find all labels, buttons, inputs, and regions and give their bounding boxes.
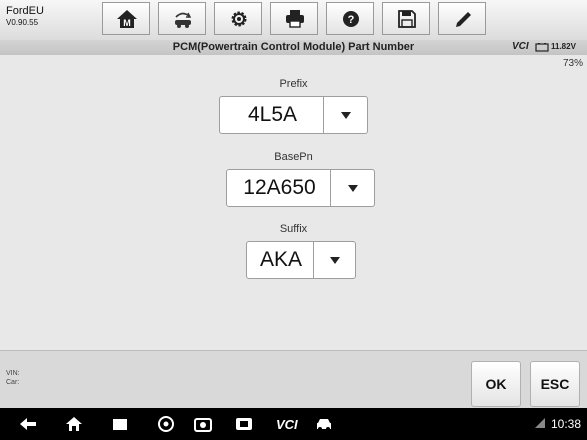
vin-label: VIN:	[6, 370, 20, 377]
progress-percent: 73%	[562, 58, 583, 69]
chevron-down-icon[interactable]	[330, 170, 374, 206]
video-icon[interactable]	[234, 415, 254, 433]
vci-icon[interactable]: VCI	[276, 415, 300, 433]
basepn-label: BasePn	[274, 151, 313, 163]
esc-button[interactable]: ESC	[530, 361, 580, 407]
vehicle-swap-icon	[175, 12, 192, 28]
battery-voltage: 11.82V	[551, 42, 576, 51]
page-title: PCM(Powertrain Control Module) Part Numb…	[172, 41, 415, 53]
recent-apps-icon[interactable]	[110, 415, 130, 433]
suffix-value: AKA	[259, 248, 303, 271]
app-info: FordEU V0.90.55	[6, 5, 44, 27]
chevron-down-icon[interactable]	[313, 242, 355, 278]
vehicle-swap-button[interactable]	[158, 2, 206, 35]
help-button[interactable]: ?	[326, 2, 374, 35]
settings-button[interactable]	[214, 2, 262, 35]
suffix-dropdown[interactable]: AKA	[246, 241, 356, 279]
browser-icon[interactable]	[156, 415, 176, 433]
vcl-label: VCI	[276, 417, 298, 432]
bottom-bar: VIN: Car: OK ESC	[0, 350, 587, 409]
chevron-down-icon[interactable]	[323, 97, 367, 133]
help-icon: ?	[343, 11, 359, 27]
prefix-value: 4L5A	[247, 103, 298, 126]
home-icon[interactable]	[64, 415, 84, 433]
car-icon[interactable]	[314, 415, 334, 433]
ok-button[interactable]: OK	[471, 361, 521, 407]
app-version: V0.90.55	[6, 17, 39, 27]
battery-icon	[535, 43, 549, 52]
android-nav-bar: VCI 10:38	[0, 408, 587, 440]
gear-icon	[231, 11, 247, 27]
svg-text:?: ?	[348, 14, 355, 26]
home-button[interactable]: M	[102, 2, 150, 35]
signal-icon	[535, 418, 545, 428]
save-button[interactable]	[382, 2, 430, 35]
prefix-label: Prefix	[279, 78, 308, 90]
pencil-icon	[456, 12, 471, 27]
print-button[interactable]	[270, 2, 318, 35]
edit-button[interactable]	[438, 2, 486, 35]
car-label: Car:	[6, 379, 20, 387]
suffix-label: Suffix	[279, 223, 308, 235]
prefix-dropdown[interactable]: 4L5A	[219, 96, 368, 134]
clock: 10:38	[550, 417, 581, 431]
top-toolbar: FordEU V0.90.55 M ?	[0, 0, 587, 41]
vehicle-info: VIN: Car:	[6, 369, 20, 388]
save-icon	[398, 10, 416, 28]
app-name: FordEU	[6, 5, 44, 17]
title-bar: PCM(Powertrain Control Module) Part Numb…	[0, 40, 587, 55]
print-icon	[286, 10, 304, 28]
svg-text:M: M	[123, 18, 131, 28]
basepn-value: 12A650	[243, 176, 316, 199]
back-icon[interactable]	[18, 415, 38, 433]
vci-label: VCI	[512, 41, 529, 52]
basepn-dropdown[interactable]: 12A650	[226, 169, 375, 207]
home-icon: M	[117, 10, 137, 28]
camera-icon[interactable]	[193, 415, 213, 433]
